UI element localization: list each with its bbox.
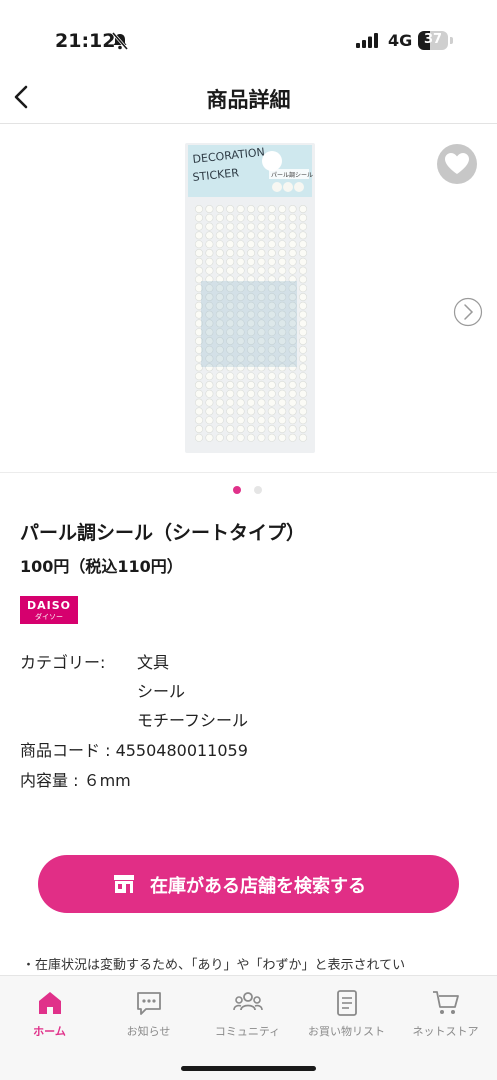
network-type: 4G xyxy=(388,31,413,50)
battery-icon: 37 xyxy=(418,31,454,50)
category-value[interactable]: シール xyxy=(137,678,185,702)
tab-home[interactable]: ホーム xyxy=(0,984,99,1044)
category-value[interactable]: モチーフシール xyxy=(137,707,248,731)
brand-logo: DAISO ダイソー xyxy=(20,596,78,624)
product-name: パール調シール（シートタイプ） xyxy=(20,522,306,544)
pagination-dot-active[interactable] xyxy=(233,486,241,494)
page-title: 商品詳細 xyxy=(206,88,291,112)
search-store-stock-label: 在庫がある店舗を検索する xyxy=(150,876,366,897)
tab-label: コミュニティ xyxy=(214,1025,281,1038)
product-code: 商品コード : 4550480011059 xyxy=(20,741,248,760)
store-icon xyxy=(114,875,134,893)
tab-label: お知らせ xyxy=(126,1025,171,1038)
category-label: カテゴリー: xyxy=(20,653,106,672)
favorite-button[interactable] xyxy=(437,144,477,184)
tab-bar: ホーム お知らせ コミュニティ お買い物リスト ネットストア xyxy=(0,975,497,1080)
gallery-pagination xyxy=(233,486,267,496)
battery-level: 37 xyxy=(423,32,443,47)
product-capacity: 内容量 : ６mm xyxy=(20,771,131,790)
brand-logo-text: DAISO xyxy=(26,599,71,612)
next-image-icon[interactable] xyxy=(453,297,483,327)
status-time: 21:12 xyxy=(55,30,116,52)
signal-icon xyxy=(356,33,378,48)
stock-note: ・在庫状況は変動するため、「あり」や「わずか」と表示されてい xyxy=(22,958,406,973)
heart-icon xyxy=(445,153,469,174)
community-icon xyxy=(233,992,263,1011)
category-value[interactable]: 文具 xyxy=(137,649,169,673)
tab-label: ネットストア xyxy=(412,1025,479,1038)
status-bar: 21:12 4G 37 xyxy=(0,0,497,80)
tab-net-store[interactable]: ネットストア xyxy=(396,984,495,1044)
tab-shopping-list[interactable]: お買い物リスト xyxy=(297,984,396,1044)
tab-community[interactable]: コミュニティ xyxy=(198,984,297,1044)
header: 商品詳細 xyxy=(0,72,497,124)
cart-icon xyxy=(433,991,459,1014)
bell-mute-icon xyxy=(112,32,128,50)
chat-icon xyxy=(137,992,161,1015)
product-image: DECORATION STICKER パール調シール xyxy=(185,143,315,453)
tab-label: お買い物リスト xyxy=(308,1025,385,1038)
pagination-dot[interactable] xyxy=(254,486,262,494)
list-icon xyxy=(337,990,357,1016)
search-store-stock-button[interactable]: 在庫がある店舗を検索する xyxy=(38,855,459,913)
tab-label: ホーム xyxy=(33,1025,66,1038)
tab-news[interactable]: お知らせ xyxy=(99,984,198,1044)
product-price: 100円（税込110円） xyxy=(20,557,183,576)
product-gallery[interactable]: DECORATION STICKER パール調シール xyxy=(0,125,497,473)
home-indicator xyxy=(181,1066,316,1071)
package-label: パール調シール xyxy=(271,171,313,179)
home-icon xyxy=(39,992,61,1014)
brand-logo-sub: ダイソー xyxy=(35,613,63,621)
